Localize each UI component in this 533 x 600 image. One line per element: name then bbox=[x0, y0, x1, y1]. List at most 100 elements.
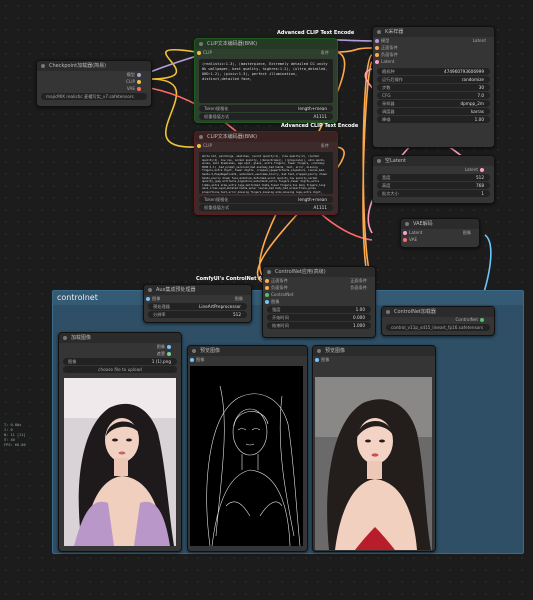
output-image: 图像 bbox=[462, 230, 471, 235]
socket-dot[interactable] bbox=[480, 168, 484, 172]
negative-prompt-textarea[interactable]: white hat, paintings, sketches, (worst q… bbox=[199, 152, 333, 194]
ksampler-node[interactable]: K采样器 模型 Latent 正面条件 负面条件 Latent 随机种 474960… bbox=[372, 26, 495, 148]
empty-latent-node[interactable]: 空Latent Latent 宽度 512 高度 768 批次大小 1 bbox=[372, 155, 495, 204]
controlnet-apply-node[interactable]: ControlNet应用(高级) 正面条件 正面条件 负面条件 负面条件 Contr… bbox=[262, 266, 376, 338]
width-field[interactable]: 宽度 512 bbox=[377, 174, 490, 181]
lineart-preview bbox=[190, 366, 303, 546]
input-model: 模型 bbox=[381, 38, 390, 43]
lineart-image bbox=[190, 366, 303, 546]
socket-dot[interactable] bbox=[375, 46, 379, 50]
socket-dot[interactable] bbox=[137, 73, 141, 77]
output-vae: VAE bbox=[126, 86, 135, 91]
socket-dot[interactable] bbox=[167, 345, 171, 349]
socket-dot[interactable] bbox=[315, 358, 319, 362]
socket-dot[interactable] bbox=[137, 80, 141, 84]
ckpt-name-select[interactable]: majicMIX realistic 麦橘写实_v7.safetensors bbox=[41, 93, 147, 100]
result-preview bbox=[315, 377, 432, 550]
clip-text-encode-negative-node[interactable]: CLIP文本编码器(BNK) CLIP 条件 white hat, paintin… bbox=[194, 131, 338, 215]
output-image: 图像 bbox=[156, 344, 165, 349]
socket-dot[interactable] bbox=[137, 87, 141, 91]
cfg-field[interactable]: CFG 7.0 bbox=[377, 92, 490, 99]
output-conditioning: 条件 bbox=[320, 50, 329, 55]
socket-dot[interactable] bbox=[265, 293, 269, 297]
output-mask: 遮罩 bbox=[156, 351, 165, 356]
control-after-generate-field[interactable]: 运行后操作 randomize bbox=[377, 76, 490, 83]
image-select[interactable]: 图像 1 (1).png bbox=[63, 358, 177, 365]
output-positive: 正面条件 bbox=[350, 278, 367, 283]
node-title: CLIP文本编码器(BNK) bbox=[195, 132, 337, 142]
node-title: ControlNet加载器 bbox=[382, 307, 494, 317]
node-title: Checkpoint加载器(简易) bbox=[37, 61, 151, 71]
socket-dot[interactable] bbox=[265, 286, 269, 290]
weight-interpretation-select[interactable]: 权重插值方式 A1111 bbox=[199, 204, 333, 211]
input-image: 图像 bbox=[152, 296, 161, 301]
loaded-image-preview bbox=[64, 378, 176, 546]
clip-text-encode-positive-node[interactable]: CLIP文本编码器(BNK) CLIP 条件 (realistic:1.3), (… bbox=[194, 38, 338, 123]
input-positive: 正面条件 bbox=[381, 45, 398, 50]
end-percent-field[interactable]: 结束时间 1.000 bbox=[267, 322, 371, 329]
resolution-field[interactable]: 分辨率 512 bbox=[148, 311, 247, 318]
weight-interpretation-select[interactable]: 权重插值方式 A1111 bbox=[199, 113, 333, 120]
node-title: 预览图像 bbox=[313, 346, 435, 356]
node-title: 加载图像 bbox=[59, 333, 181, 343]
node-header-label: Advanced CLIP Text Encode bbox=[281, 123, 359, 129]
output-conditioning: 条件 bbox=[320, 143, 329, 148]
input-latent: Latent bbox=[381, 59, 395, 64]
socket-dot[interactable] bbox=[265, 300, 269, 304]
height-field[interactable]: 高度 768 bbox=[377, 182, 490, 189]
socket-dot[interactable] bbox=[190, 358, 194, 362]
input-image: 图像 bbox=[271, 299, 280, 304]
input-controlnet: ControlNet bbox=[271, 292, 294, 297]
preview-image-node-result[interactable]: 预览图像 图像 bbox=[312, 345, 436, 552]
controlnet-loader-node[interactable]: ControlNet加载器 ControlNet control_v11p_sd… bbox=[381, 306, 495, 336]
controlnet-name-select[interactable]: control_v11p_sd15_lineart_fp16.safetenso… bbox=[386, 324, 490, 331]
socket-dot[interactable] bbox=[403, 238, 407, 242]
stats-overlay: T: 0.00s I: 0 N: 11 [11] V: 40 FPS: 60.0… bbox=[4, 423, 26, 448]
upload-button[interactable]: choose file to upload bbox=[63, 366, 177, 373]
node-title: 空Latent bbox=[373, 156, 494, 166]
socket-dot[interactable] bbox=[403, 231, 407, 235]
checkpoint-loader-node[interactable]: Checkpoint加载器(简易) 模型 CLIP VAE majicMIX r… bbox=[36, 60, 152, 107]
strength-field[interactable]: 强度 1.00 bbox=[267, 306, 371, 313]
output-controlnet: ControlNet bbox=[455, 317, 479, 322]
socket-dot[interactable] bbox=[197, 51, 201, 55]
socket-dot[interactable] bbox=[265, 279, 269, 283]
aio-preprocessor-node[interactable]: Aux集成预处理器 图像 图像 预处理器 LineArtPreprocessor 分… bbox=[143, 284, 252, 323]
output-clip: CLIP bbox=[125, 79, 135, 84]
node-title: 预览图像 bbox=[188, 346, 307, 356]
preprocessor-select[interactable]: 预处理器 LineArtPreprocessor bbox=[148, 303, 247, 310]
socket-dot[interactable] bbox=[146, 297, 150, 301]
input-negative: 负面条件 bbox=[271, 285, 288, 290]
socket-dot[interactable] bbox=[480, 318, 484, 322]
output-latent: Latent bbox=[464, 167, 478, 172]
denoise-field[interactable]: 降噪 1.00 bbox=[377, 116, 490, 123]
batch-size-field[interactable]: 批次大小 1 bbox=[377, 190, 490, 197]
input-positive: 正面条件 bbox=[271, 278, 288, 283]
start-percent-field[interactable]: 开始时间 0.000 bbox=[267, 314, 371, 321]
socket-dot[interactable] bbox=[375, 60, 379, 64]
input-latent: Latent bbox=[409, 230, 423, 235]
steps-field[interactable]: 步数 30 bbox=[377, 84, 490, 91]
socket-dot[interactable] bbox=[375, 39, 379, 43]
load-image-node[interactable]: 加载图像 图像 遮罩 图像 1 (1).png choose file to up… bbox=[58, 332, 182, 552]
scheduler-field[interactable]: 调度器 karras bbox=[377, 108, 490, 115]
prompt-textarea[interactable]: (realistic:1.3), (masterpiece, Extremely… bbox=[199, 59, 333, 103]
node-header-label: ComfyUI's ControlNet Au... bbox=[196, 276, 272, 282]
output-model: 模型 bbox=[126, 72, 135, 77]
preview-image-node-lineart[interactable]: 预览图像 图像 bbox=[187, 345, 308, 552]
socket-dot[interactable] bbox=[197, 144, 201, 148]
token-normalization-select[interactable]: Token规格化 length+mean bbox=[199, 105, 333, 112]
sampler-field[interactable]: 采样器 dpmpp_2m bbox=[377, 100, 490, 107]
socket-dot[interactable] bbox=[375, 53, 379, 57]
stat-fps: FPS: 60.00 bbox=[4, 443, 26, 447]
node-title: CLIP文本编码器(BNK) bbox=[195, 39, 337, 49]
node-title: K采样器 bbox=[373, 27, 494, 37]
vae-decode-node[interactable]: VAE解码 Latent 图像 VAE bbox=[400, 218, 480, 248]
node-title: Aux集成预处理器 bbox=[144, 285, 251, 295]
socket-dot[interactable] bbox=[167, 352, 171, 356]
token-normalization-select[interactable]: Token规格化 length+mean bbox=[199, 196, 333, 203]
output-latent: Latent bbox=[472, 38, 486, 43]
input-negative: 负面条件 bbox=[381, 52, 398, 57]
seed-field[interactable]: 随机种 474960793606999 bbox=[377, 68, 490, 75]
input-clip: CLIP bbox=[203, 50, 213, 55]
